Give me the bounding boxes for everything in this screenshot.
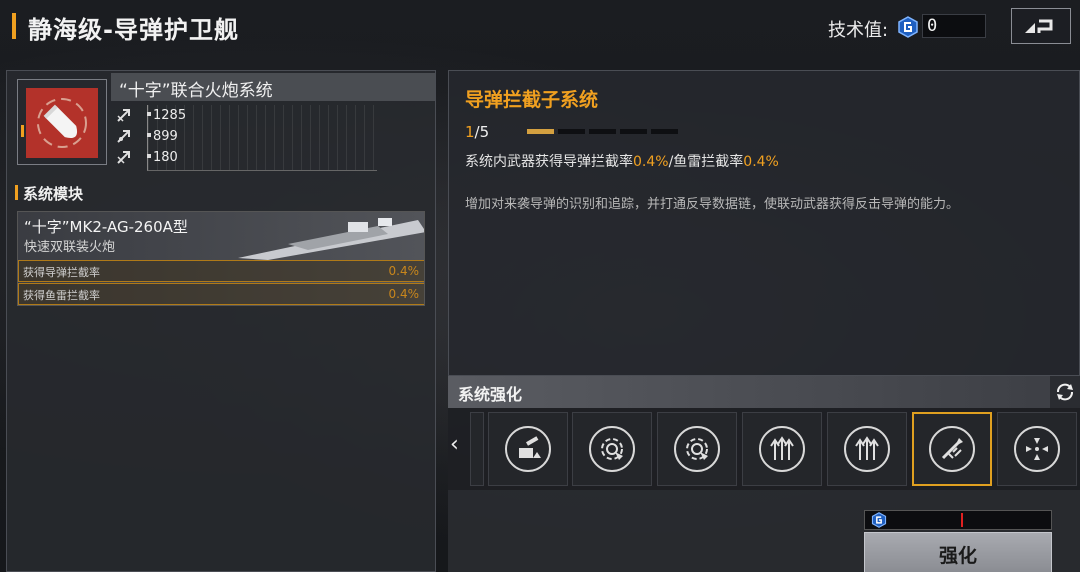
tech-value: 0: [927, 16, 938, 36]
progress-segment: [651, 129, 678, 134]
cannon-up-icon: [505, 426, 551, 472]
weapon-icon-frame[interactable]: [17, 79, 107, 165]
effect-value: 0.4%: [388, 287, 420, 301]
range-arrow-icon: [117, 151, 130, 164]
effect-label: 获得鱼雷拦截率: [23, 289, 100, 302]
enhance-skill-list: ‹: [448, 408, 1080, 490]
module-title: “十字”MK2-AG-260A型: [24, 218, 188, 236]
effect-mid: /鱼雷拦截率: [668, 154, 744, 170]
enhance-header: 系统强化: [448, 376, 1080, 408]
tech-points-icon: [871, 512, 887, 528]
enhance-action-area: 强化: [448, 490, 1080, 572]
skill-slot[interactable]: [657, 412, 737, 486]
scroll-left-icon[interactable]: ‹: [450, 432, 470, 457]
stat-value-accuracy: 899: [153, 128, 178, 144]
progress-total: /5: [474, 123, 490, 141]
progress-segment: [527, 129, 554, 134]
skill-slot[interactable]: [572, 412, 652, 486]
refresh-icon: [1057, 383, 1073, 401]
section-accent: [15, 185, 18, 200]
tech-points-icon: [898, 16, 918, 38]
stat-dot: [147, 133, 151, 137]
progress-segment: [620, 129, 647, 134]
stat-value-range: 180: [153, 149, 178, 165]
skill-slot[interactable]: [827, 412, 907, 486]
arrows-converge-icon: [1014, 426, 1060, 472]
subsystem-effect: 系统内武器获得导弹拦截率0.4%/鱼雷拦截率0.4%: [465, 151, 779, 171]
modules-section-title: 系统模块: [23, 185, 84, 203]
progress-segment: [558, 129, 585, 134]
effect-missile-value: 0.4%: [633, 154, 669, 170]
effect-torpedo-value: 0.4%: [743, 154, 779, 170]
module-subtitle: 快速双联装火炮: [24, 240, 116, 255]
effect-value: 0.4%: [388, 264, 420, 278]
page-title: 静海级-导弹护卫舰: [28, 16, 239, 44]
weapon-name: “十字”联合火炮系统: [119, 81, 273, 101]
accuracy-arrow-icon: [117, 130, 130, 143]
tech-value-box: 0: [922, 14, 986, 38]
title-accent: [12, 13, 16, 39]
stat-dot: [147, 112, 151, 116]
subsystem-title: 导弹拦截子系统: [465, 89, 599, 111]
radar-arrow-icon: [674, 426, 720, 472]
weapon-icon-background: [26, 88, 98, 158]
skill-slot[interactable]: [742, 412, 822, 486]
module-effect-row: 获得导弹拦截率 0.4%: [18, 260, 424, 282]
weapon-selected-marker: [21, 125, 24, 137]
enhance-button[interactable]: 强化: [864, 532, 1052, 572]
progress-segment: [589, 129, 616, 134]
skill-slot[interactable]: [488, 412, 568, 486]
triple-arrow-up-icon: [844, 426, 890, 472]
enhance-button-label: 强化: [938, 545, 977, 567]
shell-icon: [37, 98, 87, 148]
skill-slot[interactable]: [997, 412, 1077, 486]
tech-value-label: 技术值:: [828, 20, 889, 41]
back-button[interactable]: [1011, 8, 1071, 44]
stat-value-firepower: 1285: [153, 107, 187, 123]
stat-row-range: 180: [115, 147, 178, 167]
firepower-arrow-icon: [117, 109, 130, 122]
effect-label: 获得导弹拦截率: [23, 266, 100, 279]
module-effect-row: 获得鱼雷拦截率 0.4%: [18, 283, 424, 305]
refresh-button[interactable]: [1050, 376, 1080, 408]
subsystem-progress-bar: [527, 129, 678, 134]
module-card[interactable]: “十字”MK2-AG-260A型 快速双联装火炮 获得导弹拦截率 0.4% 获得…: [17, 211, 425, 306]
ship-model-image: [238, 218, 424, 260]
radar-arrow-icon: [589, 426, 635, 472]
stat-dot: [147, 154, 151, 158]
progress-current: 1: [465, 123, 475, 141]
stat-row-firepower: 1285: [115, 105, 186, 125]
effect-prefix: 系统内武器获得导弹拦截率: [465, 154, 633, 170]
cost-marker: [961, 513, 963, 527]
skill-slot-partial: [470, 412, 484, 486]
stat-row-accuracy: 899: [115, 126, 178, 146]
subsystem-panel: 导弹拦截子系统 1/5 系统内武器获得导弹拦截率0.4%/鱼雷拦截率0.4% 增…: [448, 70, 1080, 376]
subsystem-description: 增加对来袭导弹的识别和追踪，并打通反导数据链，使联动武器获得反击导弹的能力。: [465, 197, 960, 212]
enhance-section-title: 系统强化: [458, 385, 523, 404]
back-icon: [1025, 19, 1053, 33]
subsystem-progress-text: 1/5: [465, 123, 489, 141]
enhance-cost-bar: [864, 510, 1052, 530]
top-bar: 静海级-导弹护卫舰 技术值: 0: [0, 0, 1080, 60]
weapon-name-bar: “十字”联合火炮系统: [111, 73, 435, 101]
missile-intercept-icon: [929, 426, 975, 472]
triple-arrow-up-icon: [759, 426, 805, 472]
skill-slot-selected[interactable]: [912, 412, 992, 486]
weapon-panel: “十字”联合火炮系统 1285 899 180 系统模块 “十字”MK2-AG-…: [6, 70, 436, 572]
